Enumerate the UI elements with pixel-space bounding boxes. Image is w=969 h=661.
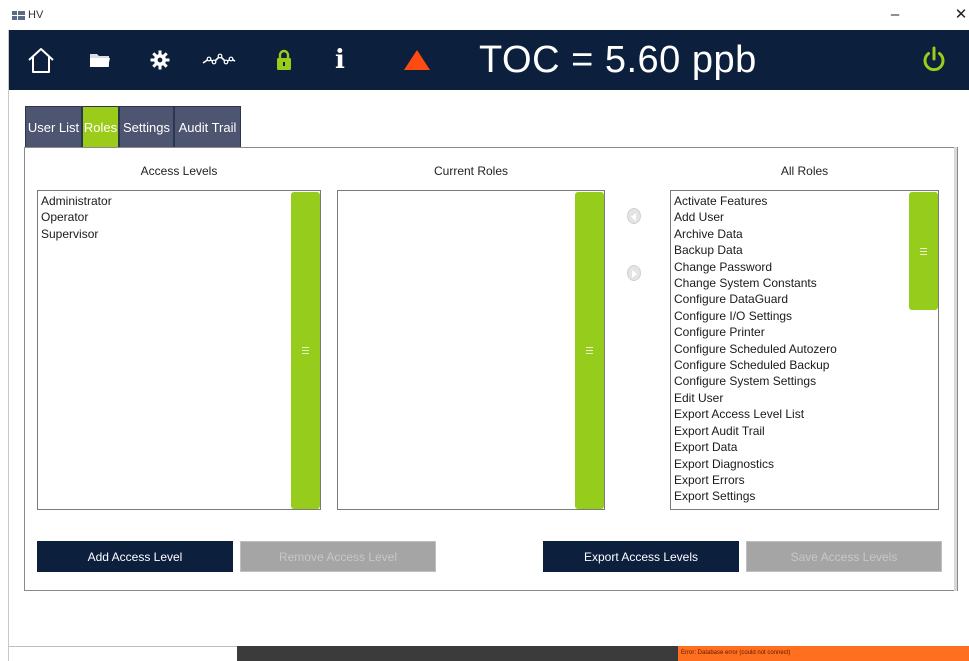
trend-icon[interactable]: [197, 30, 241, 90]
save-access-levels-button[interactable]: Save Access Levels: [746, 541, 942, 572]
remove-access-level-button[interactable]: Remove Access Level: [240, 541, 436, 572]
tab-audit-trail[interactable]: Audit Trail: [174, 106, 241, 148]
list-item[interactable]: Supervisor: [41, 226, 112, 242]
lock-icon[interactable]: [271, 30, 297, 90]
minimize-button[interactable]: –: [880, 4, 910, 26]
grip-icon: [586, 347, 593, 354]
grip-icon: [920, 247, 927, 255]
add-access-level-button[interactable]: Add Access Level: [37, 541, 233, 572]
remove-role-arrow-icon[interactable]: [627, 208, 641, 224]
current-roles-list[interactable]: [337, 190, 605, 510]
list-item[interactable]: Configure System Settings: [674, 373, 837, 389]
current-roles-scrollbar[interactable]: [575, 192, 604, 509]
list-item[interactable]: Configure I/O Settings: [674, 308, 837, 324]
info-icon[interactable]: i: [327, 30, 353, 90]
list-item[interactable]: Configure Scheduled Autozero: [674, 341, 837, 357]
alarm-triangle-icon[interactable]: [399, 30, 435, 90]
toc-reading: TOC = 5.60 ppb: [479, 39, 757, 81]
current-roles-header: Current Roles: [433, 164, 509, 178]
list-item[interactable]: Backup Data: [674, 242, 837, 258]
list-item[interactable]: Export Diagnostics: [674, 456, 837, 472]
all-roles-items: Activate Features Add User Archive Data Bac…: [674, 193, 837, 505]
list-item[interactable]: Change Password: [674, 259, 837, 275]
window-titlebar: HV – ✕: [0, 0, 969, 30]
access-levels-header: Access Levels: [140, 164, 218, 178]
list-item[interactable]: Edit User: [674, 390, 837, 406]
list-item[interactable]: Export Access Level List: [674, 406, 837, 422]
status-bar-left: [9, 646, 237, 661]
folder-icon[interactable]: [85, 30, 115, 90]
list-item[interactable]: Change System Constants: [674, 275, 837, 291]
tab-roles[interactable]: Roles: [82, 106, 119, 148]
add-role-arrow-icon[interactable]: [627, 265, 641, 281]
access-levels-list[interactable]: Administrator Operator Supervisor: [37, 190, 321, 510]
list-item[interactable]: Activate Features: [674, 193, 837, 209]
list-item[interactable]: Configure Scheduled Backup: [674, 357, 837, 373]
list-item[interactable]: Export Settings: [674, 488, 837, 504]
app-icon: [12, 11, 25, 20]
list-item[interactable]: Administrator: [41, 193, 112, 209]
access-levels-items: Administrator Operator Supervisor: [41, 193, 112, 242]
list-item[interactable]: Archive Data: [674, 226, 837, 242]
home-icon[interactable]: [21, 30, 61, 90]
list-item[interactable]: Configure Printer: [674, 324, 837, 340]
grip-icon: [302, 347, 309, 354]
tab-settings[interactable]: Settings: [119, 106, 174, 148]
footer-area: [9, 600, 969, 646]
close-button[interactable]: ✕: [946, 4, 969, 26]
access-levels-scrollbar[interactable]: [291, 192, 320, 509]
window-title: HV: [28, 9, 44, 21]
tab-user-list[interactable]: User List: [25, 106, 82, 148]
export-access-levels-button[interactable]: Export Access Levels: [543, 541, 739, 572]
panel-shadow: [954, 147, 957, 591]
all-roles-header: All Roles: [780, 164, 829, 178]
all-roles-list[interactable]: Activate Features Add User Archive Data Bac…: [670, 190, 939, 510]
all-roles-scrollbar[interactable]: [909, 192, 938, 310]
app-toolbar: i TOC = 5.60 ppb: [9, 30, 969, 90]
list-item[interactable]: Export Errors: [674, 472, 837, 488]
window-left-edge: [0, 30, 9, 661]
list-item[interactable]: Add User: [674, 209, 837, 225]
power-icon[interactable]: [914, 30, 954, 90]
list-item[interactable]: Export Audit Trail: [674, 423, 837, 439]
list-item[interactable]: Configure DataGuard: [674, 291, 837, 307]
list-item[interactable]: Export Data: [674, 439, 837, 455]
error-message[interactable]: Error: Database error (could not connect…: [678, 646, 969, 661]
list-item[interactable]: Operator: [41, 209, 112, 225]
gear-icon[interactable]: [145, 30, 175, 90]
